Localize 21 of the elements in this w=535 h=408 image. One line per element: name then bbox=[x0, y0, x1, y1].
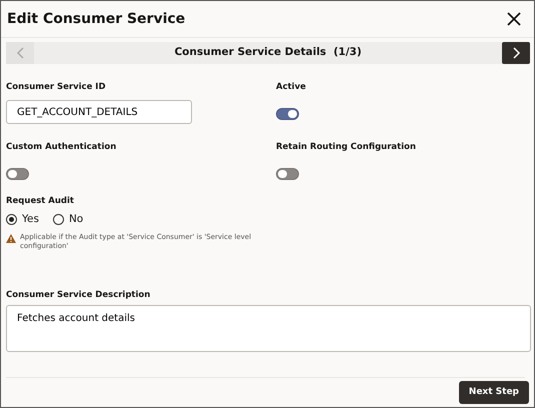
field-label: Request Audit bbox=[6, 195, 74, 208]
field-label: Consumer Service Description bbox=[6, 288, 150, 302]
field-label: Retain Routing Configuration bbox=[276, 141, 416, 154]
text-field[interactable]: GET_ACCOUNT_DETAILS bbox=[6, 100, 192, 124]
step-title: Consumer Service Details (1/3) bbox=[173, 45, 363, 60]
field-label: Consumer Service ID bbox=[6, 81, 106, 94]
dialog-title: Edit Consumer Service bbox=[7, 10, 186, 28]
chevron-left-icon bbox=[16, 47, 24, 59]
toggle-switch[interactable] bbox=[276, 168, 299, 180]
toggle-switch[interactable] bbox=[276, 108, 299, 120]
radio-option[interactable]: Yes bbox=[6, 212, 39, 228]
field-label: Active bbox=[276, 81, 306, 94]
field-label: Custom Authentication bbox=[6, 141, 116, 154]
chevron-right-icon bbox=[512, 47, 520, 59]
warning-icon bbox=[6, 234, 16, 243]
toggle-switch[interactable] bbox=[6, 168, 29, 180]
close-icon bbox=[507, 12, 521, 26]
next-step-button[interactable]: Next Step bbox=[458, 381, 529, 404]
next-button[interactable] bbox=[502, 42, 530, 64]
description-field[interactable]: Fetches account details bbox=[6, 304, 531, 352]
radio-option[interactable]: No bbox=[52, 212, 84, 228]
